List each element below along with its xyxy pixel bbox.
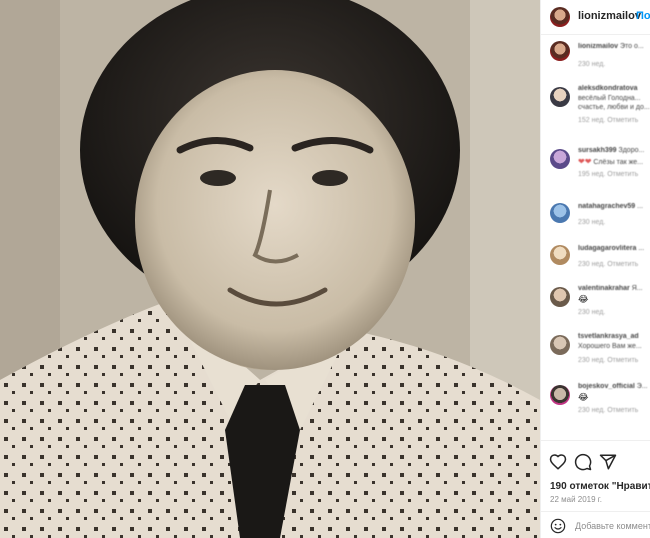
comment-item: sursakh399 Здоро... ❤❤ Слёзы так же... 1… bbox=[541, 143, 650, 187]
send-icon[interactable] bbox=[599, 453, 617, 471]
post-header: lionizmailov Под bbox=[541, 0, 650, 35]
comment-username[interactable]: natahagrachev59 bbox=[578, 203, 635, 210]
comment-text: весёлый Голодна... bbox=[578, 95, 641, 102]
laugh-emoji: 😂 bbox=[578, 294, 589, 304]
portrait-image bbox=[0, 0, 540, 538]
comment-text: ... bbox=[638, 245, 645, 252]
author-username[interactable]: lionizmailov bbox=[578, 10, 641, 22]
commenter-avatar[interactable] bbox=[550, 41, 570, 61]
comment-username[interactable]: lionizmailov bbox=[578, 43, 618, 50]
commenter-avatar[interactable] bbox=[550, 245, 570, 265]
add-comment-bar bbox=[541, 511, 650, 538]
comment-meta: 230 нед. Отметить bbox=[578, 261, 639, 268]
comment-item: tsvetlankrasya_ad Хорошего Вам же... 230… bbox=[541, 329, 650, 373]
post-actions: 190 отметок "Нравится" 22 май 2019 г. bbox=[541, 440, 650, 538]
commenter-avatar[interactable] bbox=[550, 149, 570, 169]
commenter-avatar[interactable] bbox=[550, 203, 570, 223]
comment-username[interactable]: valentinakrahar bbox=[578, 285, 630, 292]
comment-item: aleksdkondratova весёлый Голодна... счас… bbox=[541, 81, 650, 125]
comment-meta: 230 нед. Отметить bbox=[578, 407, 639, 414]
comment-text: Здоро... bbox=[618, 147, 645, 154]
post-sidebar: lionizmailov Под lionizmailov Это о... 2… bbox=[540, 0, 650, 538]
laugh-emoji: 😂 bbox=[578, 392, 589, 402]
comment-meta: 230 нед. bbox=[578, 219, 606, 226]
comment-text-2: счастье, любви и до... bbox=[578, 104, 650, 111]
commenter-avatar[interactable] bbox=[550, 385, 570, 405]
commenter-avatar[interactable] bbox=[550, 87, 570, 107]
comment-icon[interactable] bbox=[574, 453, 592, 471]
post-date: 22 май 2019 г. bbox=[550, 495, 602, 504]
comment-input[interactable] bbox=[575, 518, 650, 534]
comment-text-2: Слёзы так же... bbox=[593, 159, 644, 166]
post-photo[interactable] bbox=[0, 0, 540, 538]
comment-item: bojeskov_official Э... 😂 230 нед. Отмети… bbox=[541, 379, 650, 423]
follow-button[interactable]: Под bbox=[636, 10, 650, 22]
comment-meta: 230 нед. Отметить bbox=[578, 357, 639, 364]
comment-text: Я... bbox=[631, 285, 643, 292]
commenter-avatar[interactable] bbox=[550, 287, 570, 307]
comment-username[interactable]: aleksdkondratova bbox=[578, 85, 638, 92]
comment-text: Это о... bbox=[620, 43, 644, 50]
likes-count[interactable]: 190 отметок "Нравится" bbox=[550, 481, 650, 492]
comment-item: valentinakrahar Я... 😂 230 нед. bbox=[541, 281, 650, 325]
author-avatar[interactable] bbox=[550, 7, 570, 27]
comment-text: Хорошего Вам же... bbox=[578, 343, 642, 350]
comment-text: Э... bbox=[636, 383, 648, 390]
comment-item: natahagrachev59 ... 230 нед. bbox=[541, 197, 650, 241]
comment-username[interactable]: sursakh399 bbox=[578, 147, 617, 154]
comment-text: ... bbox=[637, 203, 643, 210]
comment-meta: 230 нед. bbox=[578, 61, 606, 68]
comment-username[interactable]: bojeskov_official bbox=[578, 383, 635, 390]
comment-meta: 195 нед. Отметить bbox=[578, 171, 639, 178]
comment-item: lionizmailov Это о... 230 нед. bbox=[541, 35, 650, 79]
smiley-icon[interactable] bbox=[550, 518, 566, 534]
comment-username[interactable]: ludagagarovlitera bbox=[578, 245, 636, 252]
comment-meta: 152 нед. Отметить bbox=[578, 117, 639, 124]
commenter-avatar[interactable] bbox=[550, 335, 570, 355]
heart-icon[interactable] bbox=[549, 453, 567, 471]
comment-item: ludagagarovlitera ... 230 нед. Отметить bbox=[541, 239, 650, 283]
comment-meta: 230 нед. bbox=[578, 309, 606, 316]
comment-username[interactable]: tsvetlankrasya_ad bbox=[578, 333, 639, 340]
hearts-emoji: ❤❤ bbox=[578, 157, 592, 166]
